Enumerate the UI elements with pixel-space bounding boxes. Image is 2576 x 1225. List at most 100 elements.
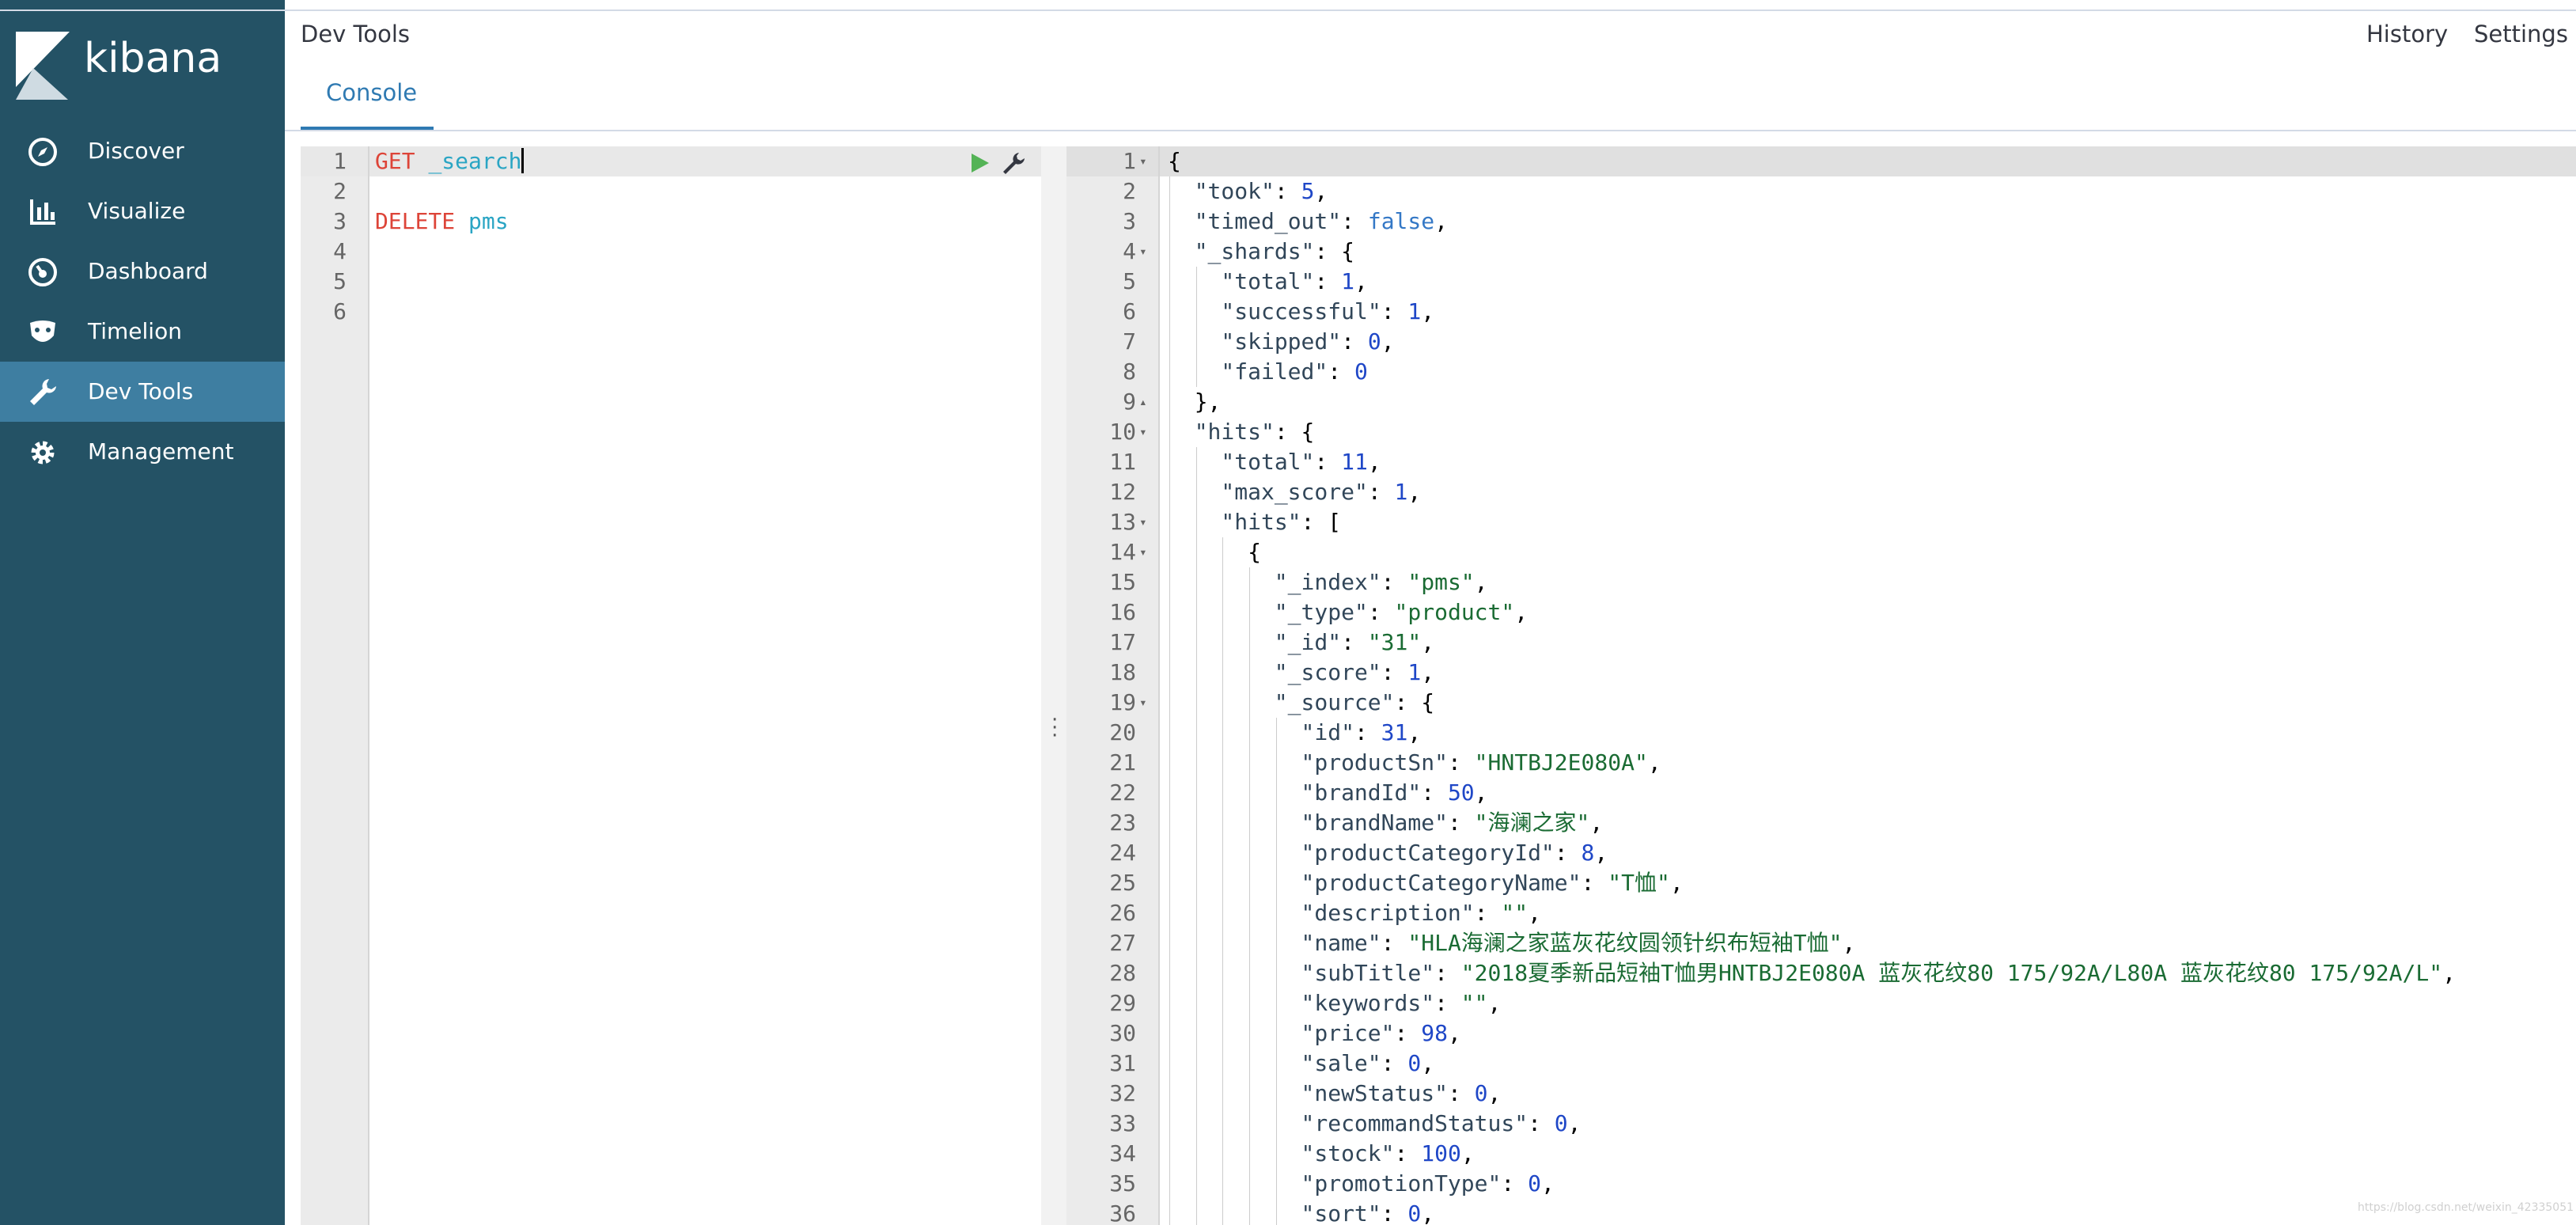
line-number: 7 xyxy=(1123,328,1136,355)
line-number: 12 xyxy=(1109,479,1136,505)
settings-link[interactable]: Settings xyxy=(2474,21,2568,47)
response-line: "failed": 0 xyxy=(1221,358,1368,385)
indent-guide xyxy=(1222,688,1224,718)
line-number: 3 xyxy=(1123,208,1136,234)
line-number: 1 xyxy=(333,148,347,174)
sidebar-item-management[interactable]: Management xyxy=(0,422,285,482)
line-number: 35 xyxy=(1109,1170,1136,1197)
sidebar-item-visualize[interactable]: Visualize xyxy=(0,181,285,241)
send-request-button[interactable] xyxy=(965,150,992,176)
sidebar-item-dashboard[interactable]: Dashboard xyxy=(0,241,285,302)
unfold-toggle-icon[interactable]: ▴ xyxy=(1139,387,1155,417)
response-line: "_type": "product", xyxy=(1274,599,1529,625)
indent-guide xyxy=(1195,658,1197,688)
response-viewer[interactable]: 1 ▾{2 "took": 5, 3 "timed_out": false, 4 ▾ "_sh… xyxy=(1066,146,2576,1225)
sidebar-item-dev-tools[interactable]: Dev Tools xyxy=(0,362,285,422)
fold-toggle-icon[interactable]: ▾ xyxy=(1139,237,1155,267)
line-number: 4 xyxy=(1123,238,1136,264)
gear-icon xyxy=(27,437,59,468)
indent-guide xyxy=(1249,688,1251,718)
indent-guide xyxy=(1169,237,1170,267)
text-cursor xyxy=(521,148,525,173)
http-method: GET xyxy=(375,148,415,174)
response-line: "brandName": "海澜之家", xyxy=(1301,810,1604,836)
sidebar-item-discover[interactable]: Discover xyxy=(0,121,285,181)
fold-toggle-icon[interactable]: ▾ xyxy=(1139,537,1155,567)
kibana-logo[interactable]: kibana xyxy=(16,32,269,100)
line-number: 6 xyxy=(1123,298,1136,324)
line-number: 15 xyxy=(1109,569,1136,595)
sidebar-item-label: Dev Tools xyxy=(88,378,194,404)
line-number: 1 xyxy=(1123,148,1136,174)
dashboard-gauge-icon xyxy=(27,256,59,288)
indent-guide xyxy=(1169,507,1170,537)
indent-guide xyxy=(1249,658,1251,688)
indent-guide xyxy=(1169,267,1170,297)
indent-guide xyxy=(1195,1049,1197,1079)
indent-guide xyxy=(1169,597,1170,628)
fold-toggle-icon[interactable]: ▾ xyxy=(1139,688,1155,718)
indent-guide xyxy=(1249,628,1251,658)
indent-guide xyxy=(1275,1199,1277,1225)
tab-console[interactable]: Console xyxy=(301,65,434,130)
fold-toggle-icon[interactable]: ▾ xyxy=(1139,417,1155,447)
indent-guide xyxy=(1169,898,1170,928)
request-line[interactable]: GET _search xyxy=(375,146,525,176)
response-line: "total": 11, xyxy=(1221,449,1381,475)
indent-guide xyxy=(1222,1139,1224,1169)
indent-guide xyxy=(1195,748,1197,778)
indent-guide xyxy=(1169,207,1170,237)
indent-guide xyxy=(1169,387,1170,417)
http-method: DELETE xyxy=(375,208,456,234)
response-line: "productSn": "HNTBJ2E080A", xyxy=(1301,749,1661,776)
line-number: 17 xyxy=(1109,629,1136,655)
indent-guide xyxy=(1169,628,1170,658)
indent-guide xyxy=(1195,537,1197,567)
request-editor[interactable]: 1 GET _search 2 3 DELETE pms 4 5 6 xyxy=(301,146,1041,1225)
line-number: 11 xyxy=(1109,449,1136,475)
watermark: https://blog.csdn.net/weixin_42335051 xyxy=(2358,1201,2574,1214)
sidebar-item-label: Dashboard xyxy=(88,258,208,284)
line-number: 36 xyxy=(1109,1200,1136,1225)
response-line: "hits": [ xyxy=(1221,509,1342,535)
compass-icon xyxy=(27,136,59,168)
indent-guide xyxy=(1195,477,1197,507)
indent-guide xyxy=(1169,658,1170,688)
fold-toggle-icon[interactable]: ▾ xyxy=(1139,146,1155,176)
indent-guide xyxy=(1169,778,1170,808)
indent-guide xyxy=(1275,868,1277,898)
indent-guide xyxy=(1169,1049,1170,1079)
response-line: "sale": 0, xyxy=(1301,1050,1435,1076)
indent-guide xyxy=(1195,838,1197,868)
sidebar-item-timelion[interactable]: Timelion xyxy=(0,302,285,362)
fold-toggle-icon[interactable]: ▾ xyxy=(1139,507,1155,537)
indent-guide xyxy=(1249,808,1251,838)
line-number: 14 xyxy=(1109,539,1136,565)
indent-guide xyxy=(1249,1079,1251,1109)
indent-guide xyxy=(1169,868,1170,898)
brand-name: kibana xyxy=(84,35,222,82)
history-link[interactable]: History xyxy=(2366,21,2448,47)
indent-guide xyxy=(1249,928,1251,958)
line-number: 33 xyxy=(1109,1110,1136,1136)
indent-guide xyxy=(1249,748,1251,778)
pane-resize-handle[interactable]: · · · xyxy=(1041,146,1066,1225)
sidebar-item-label: Timelion xyxy=(88,318,182,344)
indent-guide xyxy=(1222,597,1224,628)
indent-guide xyxy=(1169,417,1170,447)
kibana-logo-icon xyxy=(16,32,70,100)
indent-guide xyxy=(1249,958,1251,988)
request-tools-button[interactable] xyxy=(1000,150,1027,176)
indent-guide xyxy=(1169,1169,1170,1199)
indent-guide xyxy=(1195,297,1197,327)
line-number: 32 xyxy=(1109,1080,1136,1106)
indent-guide xyxy=(1195,357,1197,387)
indent-guide xyxy=(1275,958,1277,988)
request-line[interactable]: DELETE pms xyxy=(375,207,509,237)
indent-guide xyxy=(1169,718,1170,748)
indent-guide xyxy=(1195,597,1197,628)
response-line: "id": 31, xyxy=(1301,719,1422,745)
response-line: "_score": 1, xyxy=(1274,659,1435,685)
request-path: pms xyxy=(468,208,509,234)
sidebar-item-label: Management xyxy=(88,438,234,465)
